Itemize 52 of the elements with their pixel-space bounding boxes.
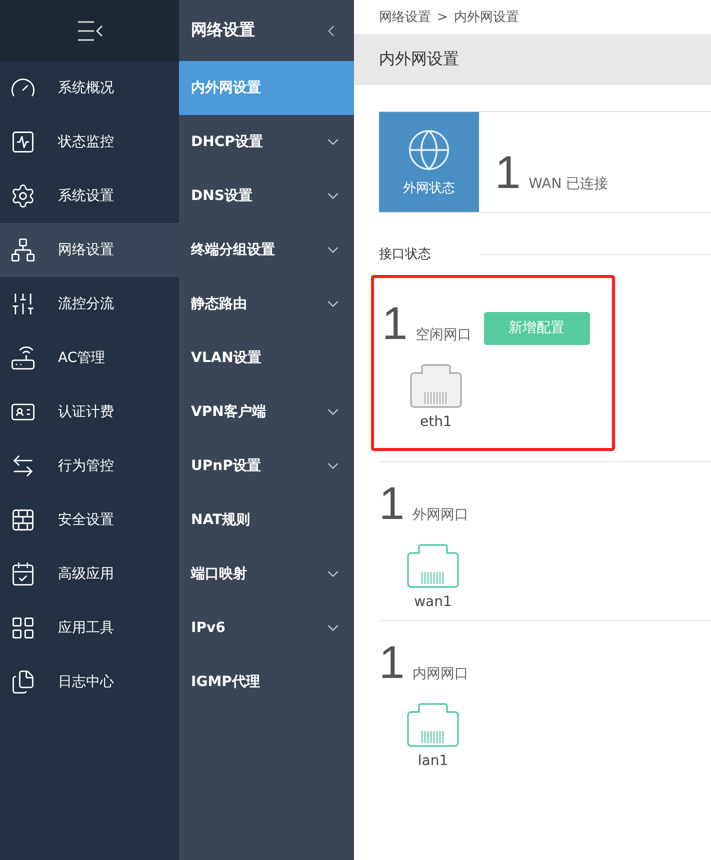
submenu-item[interactable]: UPnP设置: [179, 439, 354, 493]
submenu-item[interactable]: 静态路由: [179, 277, 354, 331]
submenu-item[interactable]: VLAN设置: [179, 331, 354, 385]
submenu-item[interactable]: IPv6: [179, 601, 354, 655]
grid-icon: [10, 615, 36, 641]
sidebar-item[interactable]: 日志中心: [0, 655, 179, 709]
calendar-check-icon: [10, 561, 36, 587]
submenu-item[interactable]: 终端分组设置: [179, 223, 354, 277]
files-icon: [10, 669, 36, 695]
sidebar-item[interactable]: AC管理: [0, 331, 179, 385]
sidebar-item[interactable]: 状态监控: [0, 115, 179, 169]
port-name: eth1: [420, 414, 452, 430]
wan-status-text: WAN 已连接: [528, 175, 608, 193]
menu-collapse-icon[interactable]: [76, 20, 102, 42]
network-icon: [10, 237, 36, 263]
breadcrumb-separator: >: [437, 10, 448, 24]
submenu-item[interactable]: 端口映射: [179, 547, 354, 601]
wan-count: 1: [495, 149, 521, 195]
port-group-label: 内网网口: [412, 665, 469, 683]
port-group-label: 空闲网口: [416, 326, 472, 344]
submenu-title: 网络设置: [191, 20, 255, 41]
router-icon: [10, 345, 36, 371]
submenu-item[interactable]: DNS设置: [179, 169, 354, 223]
wan-status-tile: 外网状态: [379, 112, 479, 212]
breadcrumb-link[interactable]: 内外网设置: [454, 8, 519, 26]
sidebar-item[interactable]: 系统设置: [0, 169, 179, 223]
page-title: 内外网设置: [354, 34, 711, 85]
submenu-item[interactable]: VPN客户端: [179, 385, 354, 439]
brick-wall-icon: [10, 507, 36, 533]
breadcrumb-link[interactable]: 网络设置: [379, 8, 431, 26]
submenu-item[interactable]: IGMP代理: [179, 655, 354, 709]
sidebar-item[interactable]: 认证计费: [0, 385, 179, 439]
submenu-item[interactable]: DHCP设置: [179, 115, 354, 169]
sidebar-item[interactable]: 行为管控: [0, 439, 179, 493]
submenu-item[interactable]: NAT规则: [179, 493, 354, 547]
sidebar-item[interactable]: 安全设置: [0, 493, 179, 547]
port-name: wan1: [414, 594, 452, 610]
settings-icon: [10, 183, 36, 209]
globe-icon: [406, 127, 452, 173]
sidebar-item[interactable]: 高级应用: [0, 547, 179, 601]
port-count: 1: [382, 300, 408, 346]
sidebar-item[interactable]: 流控分流: [0, 277, 179, 331]
port-count: 1: [379, 639, 405, 685]
port-name: lan1: [418, 753, 448, 769]
sidebar-item[interactable]: 网络设置: [0, 223, 179, 277]
sliders-icon: [10, 291, 36, 317]
sidebar-item[interactable]: 系统概况: [0, 61, 179, 115]
section-title: 接口状态: [379, 246, 431, 263]
sidebar-item[interactable]: 应用工具: [0, 601, 179, 655]
port-group-label: 外网网口: [412, 506, 469, 524]
port-count: 1: [379, 480, 405, 526]
activity-icon: [10, 129, 36, 155]
